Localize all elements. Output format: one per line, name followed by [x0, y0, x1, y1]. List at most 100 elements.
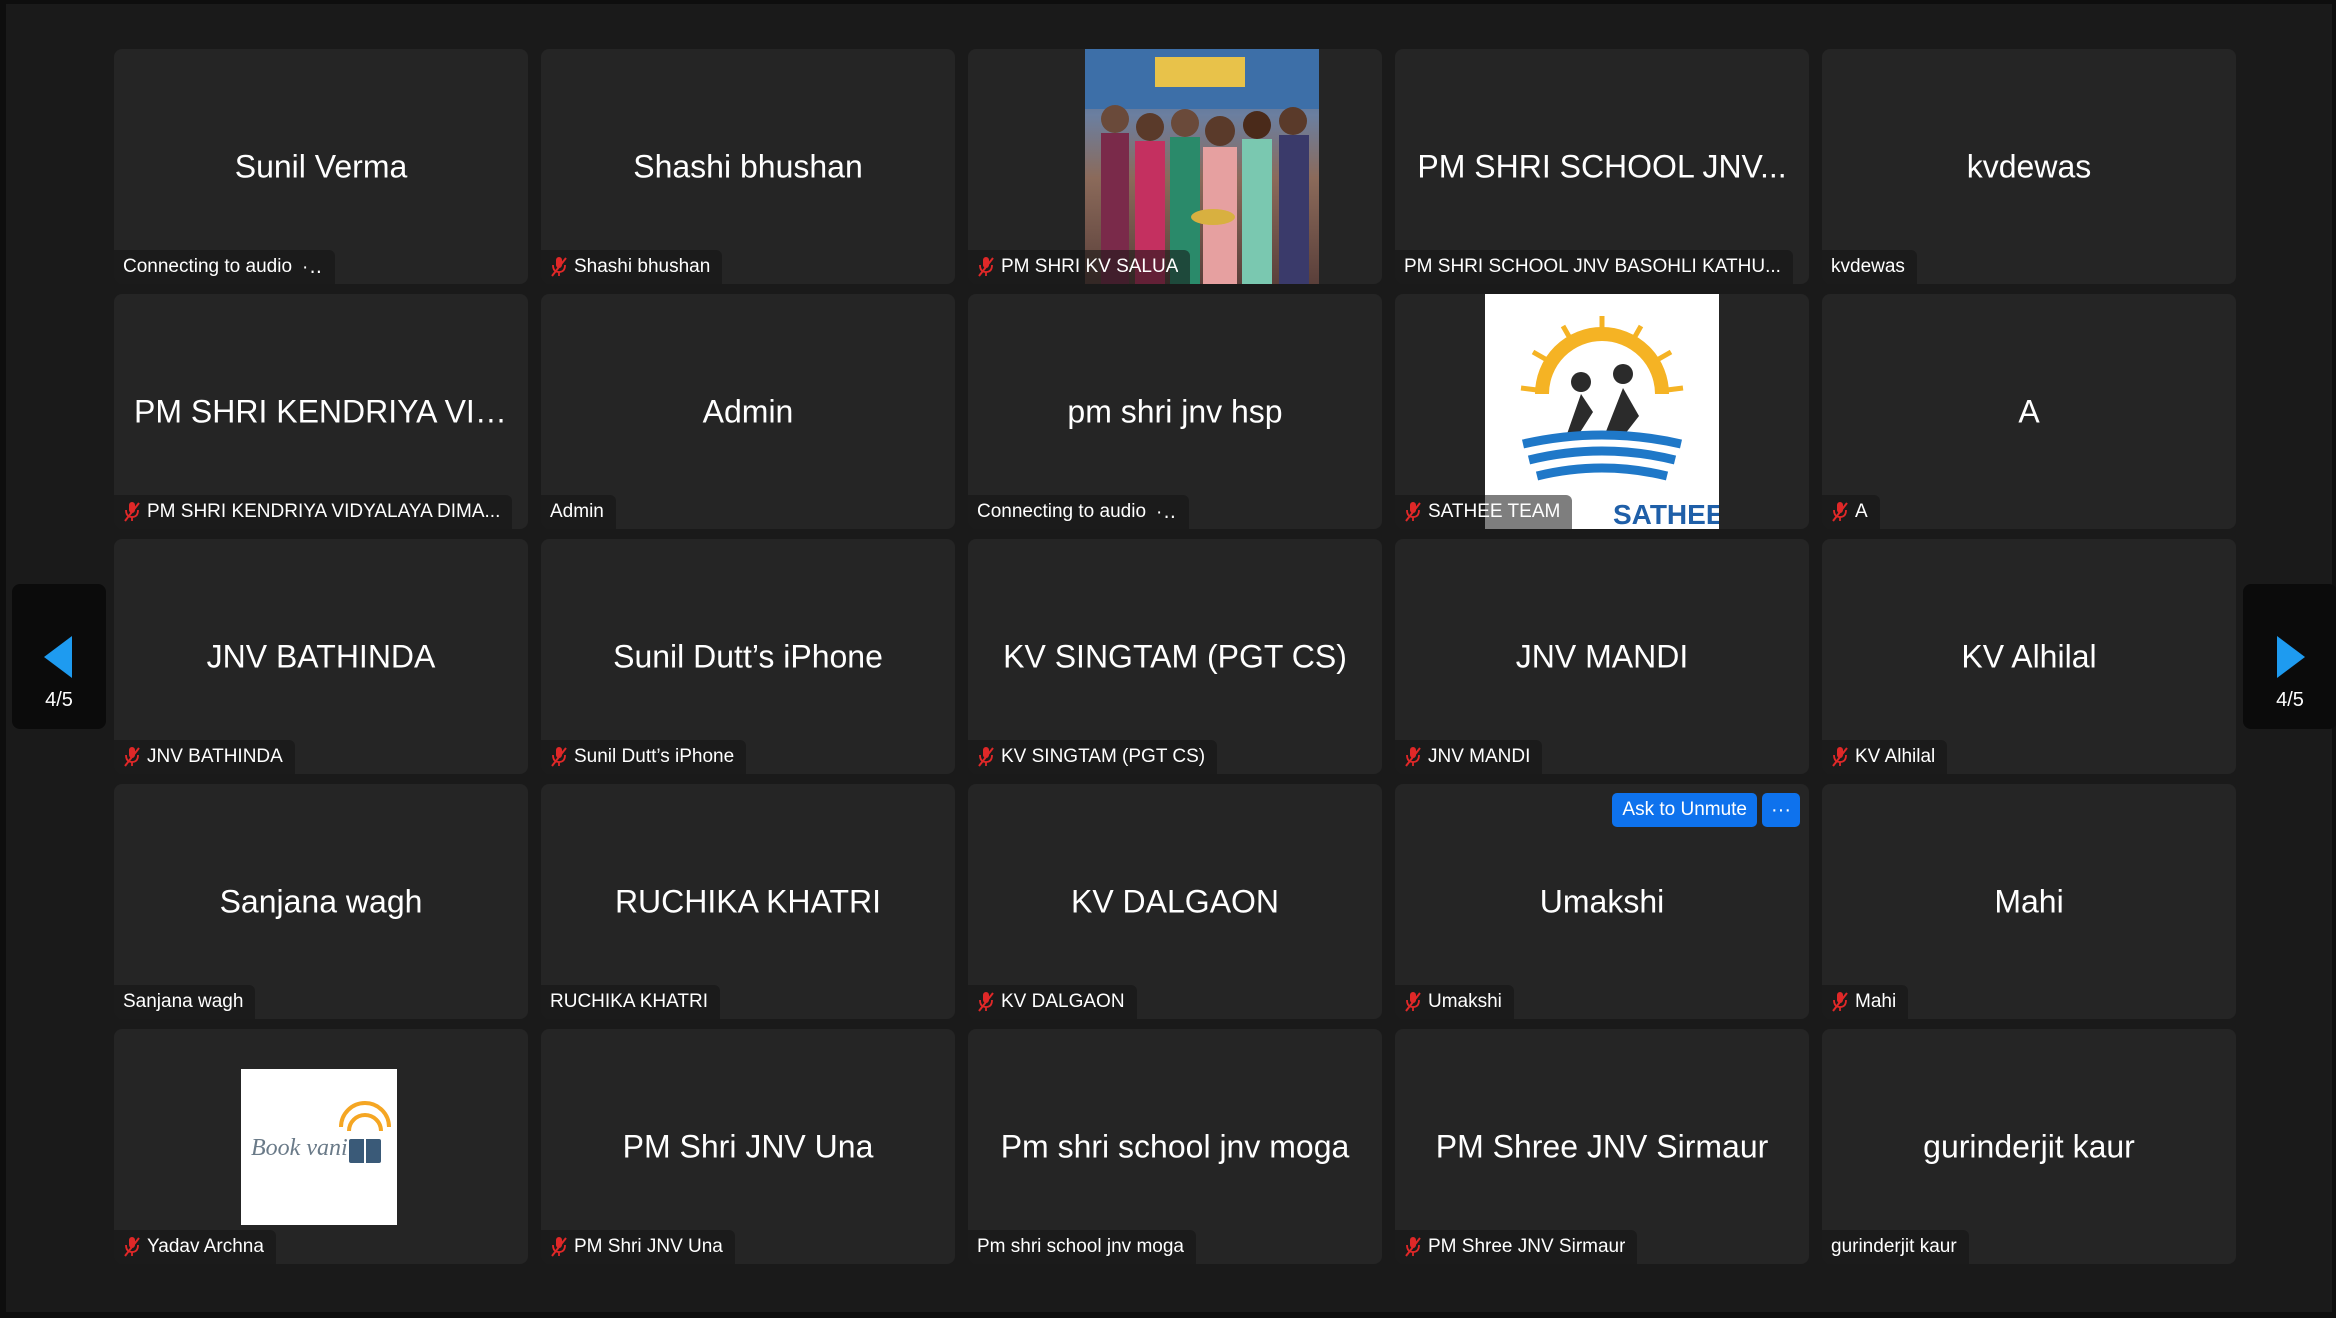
- participant-tile[interactable]: JNV BATHINDA JNV BATHINDA: [114, 539, 528, 774]
- participant-label-text: gurinderjit kaur: [1831, 1236, 1957, 1257]
- participant-label-text: PM SHRI KV SALUA: [1001, 256, 1179, 277]
- participant-label-text: Sunil Dutt’s iPhone: [574, 746, 735, 767]
- muted-mic-icon: [551, 1237, 567, 1257]
- participant-tile[interactable]: SATHEE SATHEE TEAM: [1395, 294, 1809, 529]
- participant-label: PM Shri JNV Una: [541, 1230, 735, 1264]
- participant-tile[interactable]: gurinderjit kaur gurinderjit kaur: [1822, 1029, 2236, 1264]
- participant-label-text: RUCHIKA KHATRI: [550, 991, 709, 1012]
- participant-label: kvdewas: [1822, 250, 1917, 284]
- participant-label: PM SHRI SCHOOL JNV BASOHLI KATHU...: [1395, 250, 1793, 284]
- participant-tile[interactable]: kvdewas kvdewas: [1822, 49, 2236, 284]
- participant-label-text: Connecting to audio: [977, 501, 1147, 522]
- participant-label-text: Pm shri school jnv moga: [977, 1236, 1184, 1257]
- participant-label: JNV BATHINDA: [114, 740, 295, 774]
- participant-label: PM Shree JNV Sirmaur: [1395, 1230, 1638, 1264]
- participant-tile[interactable]: KV DALGAON KV DALGAON: [968, 784, 1382, 1019]
- group-photo-image: [1085, 49, 1319, 284]
- participant-name: RUCHIKA KHATRI: [614, 883, 882, 919]
- more-options-button[interactable]: ···: [1762, 793, 1800, 827]
- participant-tile[interactable]: PM SHRI KENDRIYA VID... PM SHRI KENDRIYA…: [114, 294, 528, 529]
- participant-tile[interactable]: Admin Admin: [541, 294, 955, 529]
- participant-tile[interactable]: PM SHRI SCHOOL JNV... PM SHRI SCHOOL JNV…: [1395, 49, 1809, 284]
- participant-name: Umakshi: [1539, 883, 1665, 919]
- participant-label-text: Mahi: [1855, 991, 1897, 1012]
- muted-mic-icon: [1832, 992, 1848, 1012]
- muted-mic-icon: [124, 747, 140, 767]
- participant-tile[interactable]: Sunil Verma Connecting to audio ·‥: [114, 49, 528, 284]
- logo-text: SATHEE: [1613, 499, 1719, 529]
- participant-tile[interactable]: JNV MANDI JNV MANDI: [1395, 539, 1809, 774]
- participant-label: Connecting to audio ·‥: [968, 495, 1190, 529]
- participant-label-text: PM Shri JNV Una: [574, 1236, 723, 1257]
- participant-name: Pm shri school jnv moga: [1000, 1128, 1350, 1164]
- participant-tile[interactable]: Sanjana wagh Sanjana wagh: [114, 784, 528, 1019]
- participant-tile[interactable]: RUCHIKA KHATRI RUCHIKA KHATRI: [541, 784, 955, 1019]
- participant-label: Shashi bhushan: [541, 250, 723, 284]
- muted-mic-icon: [124, 1237, 140, 1257]
- participant-name: KV Alhilal: [1961, 638, 2097, 674]
- muted-mic-icon: [978, 257, 994, 277]
- participant-name: PM Shri JNV Una: [622, 1128, 874, 1164]
- muted-mic-icon: [1405, 1237, 1421, 1257]
- participant-name: PM SHRI SCHOOL JNV...: [1417, 148, 1787, 184]
- previous-page-button[interactable]: 4/5: [12, 584, 106, 729]
- participant-name: Sanjana wagh: [219, 883, 423, 919]
- participant-tile[interactable]: Ask to Unmute ··· Umakshi Umakshi: [1395, 784, 1809, 1019]
- muted-mic-icon: [1832, 502, 1848, 522]
- participant-label: KV Alhilal: [1822, 740, 1948, 774]
- muted-mic-icon: [551, 747, 567, 767]
- participant-tile[interactable]: PM SHRI KV SALUA: [968, 49, 1382, 284]
- participant-name: Sunil Verma: [234, 148, 408, 184]
- participant-label: RUCHIKA KHATRI: [541, 985, 721, 1019]
- participant-tile[interactable]: pm shri jnv hsp Connecting to audio ·‥: [968, 294, 1382, 529]
- participant-name: pm shri jnv hsp: [1067, 393, 1283, 429]
- participant-label: Sanjana wagh: [114, 985, 256, 1019]
- participant-name: Admin: [702, 393, 794, 429]
- participant-label-text: Yadav Archna: [147, 1236, 264, 1257]
- arrow-left-icon: [44, 636, 72, 678]
- participant-label-text: PM SHRI SCHOOL JNV BASOHLI KATHU...: [1404, 256, 1781, 277]
- participant-label-text: KV DALGAON: [1001, 991, 1125, 1012]
- participant-tile[interactable]: Book vani Yadav Archna: [114, 1029, 528, 1264]
- participant-name: kvdewas: [1966, 148, 2092, 184]
- participant-tile[interactable]: PM Shri JNV Una PM Shri JNV Una: [541, 1029, 955, 1264]
- muted-mic-icon: [1405, 502, 1421, 522]
- page-indicator: 4/5: [2276, 689, 2304, 711]
- participant-tile[interactable]: Pm shri school jnv moga Pm shri school j…: [968, 1029, 1382, 1264]
- muted-mic-icon: [124, 502, 140, 522]
- participant-tile[interactable]: KV Alhilal KV Alhilal: [1822, 539, 2236, 774]
- participant-label: gurinderjit kaur: [1822, 1230, 1969, 1264]
- participant-name: gurinderjit kaur: [1923, 1128, 2135, 1164]
- participant-label-text: kvdewas: [1831, 256, 1905, 277]
- participant-label-text: Sanjana wagh: [123, 991, 244, 1012]
- participant-profile-picture: Book vani: [241, 1069, 397, 1225]
- ask-to-unmute-button[interactable]: Ask to Unmute: [1612, 793, 1757, 827]
- participant-tile[interactable]: KV SINGTAM (PGT CS) KV SINGTAM (PGT CS): [968, 539, 1382, 774]
- muted-mic-icon: [1832, 747, 1848, 767]
- muted-mic-icon: [978, 992, 994, 1012]
- participant-tile[interactable]: PM Shree JNV Sirmaur PM Shree JNV Sirmau…: [1395, 1029, 1809, 1264]
- participant-name: JNV BATHINDA: [206, 638, 436, 674]
- loading-dots-icon: ·‥: [1156, 501, 1178, 523]
- muted-mic-icon: [1405, 992, 1421, 1012]
- participant-label-text: PM SHRI KENDRIYA VIDYALAYA DIMA...: [147, 501, 501, 522]
- participant-label: Sunil Dutt’s iPhone: [541, 740, 747, 774]
- participant-label: SATHEE TEAM: [1395, 495, 1573, 529]
- participant-label-text: JNV MANDI: [1428, 746, 1531, 767]
- participant-label: Admin: [541, 495, 616, 529]
- participant-tile[interactable]: A A: [1822, 294, 2236, 529]
- participant-name: Sunil Dutt’s iPhone: [613, 638, 883, 674]
- participant-tile[interactable]: Mahi Mahi: [1822, 784, 2236, 1019]
- loading-dots-icon: ·‥: [302, 256, 324, 278]
- participant-label: Pm shri school jnv moga: [968, 1230, 1196, 1264]
- next-page-button[interactable]: 4/5: [2243, 584, 2336, 729]
- sathee-logo: SATHEE: [1520, 316, 1719, 529]
- participant-tile[interactable]: Sunil Dutt’s iPhone Sunil Dutt’s iPhone: [541, 539, 955, 774]
- participant-label-text: SATHEE TEAM: [1428, 501, 1561, 522]
- participant-name: KV DALGAON: [1070, 883, 1280, 919]
- participant-label: A: [1822, 495, 1880, 529]
- participant-label-text: Admin: [550, 501, 604, 522]
- participant-tile[interactable]: Shashi bhushan Shashi bhushan: [541, 49, 955, 284]
- participant-name: Mahi: [1994, 883, 2064, 919]
- participant-label: JNV MANDI: [1395, 740, 1543, 774]
